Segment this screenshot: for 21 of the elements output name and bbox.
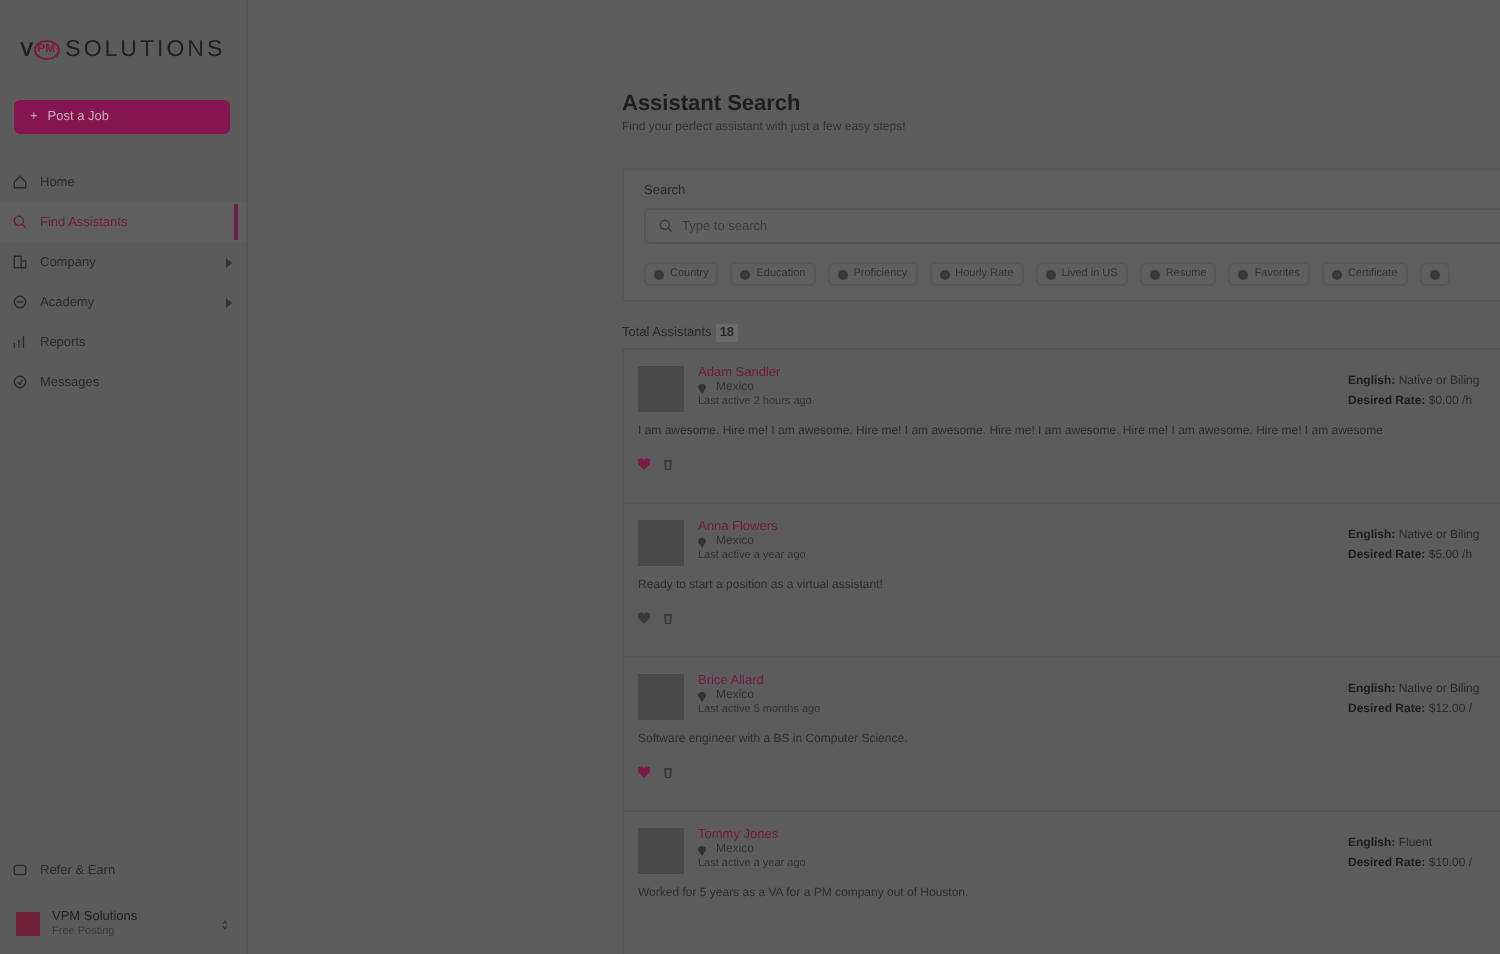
pin-icon (698, 691, 706, 701)
trash-icon[interactable] (662, 766, 674, 778)
search-icon (12, 214, 28, 230)
favorite-icon[interactable] (638, 766, 650, 778)
pin-icon (698, 845, 706, 855)
logo-text: SOLUTIONS (65, 38, 226, 62)
building-icon (12, 254, 28, 270)
trash-icon[interactable] (662, 612, 674, 624)
pin-icon (698, 383, 706, 393)
search-icon (658, 218, 674, 234)
page-title: Assistant Search (622, 92, 803, 116)
chart-icon (12, 334, 28, 350)
favorite-icon[interactable] (638, 458, 650, 470)
company-logo (16, 912, 40, 936)
chat-icon (12, 374, 28, 390)
trash-icon[interactable] (662, 458, 674, 470)
favorite-icon[interactable] (638, 612, 650, 624)
filter-chip[interactable] (1419, 262, 1450, 286)
pin-icon (698, 537, 706, 547)
expand-icon[interactable] (220, 919, 230, 929)
home-icon (12, 174, 28, 190)
